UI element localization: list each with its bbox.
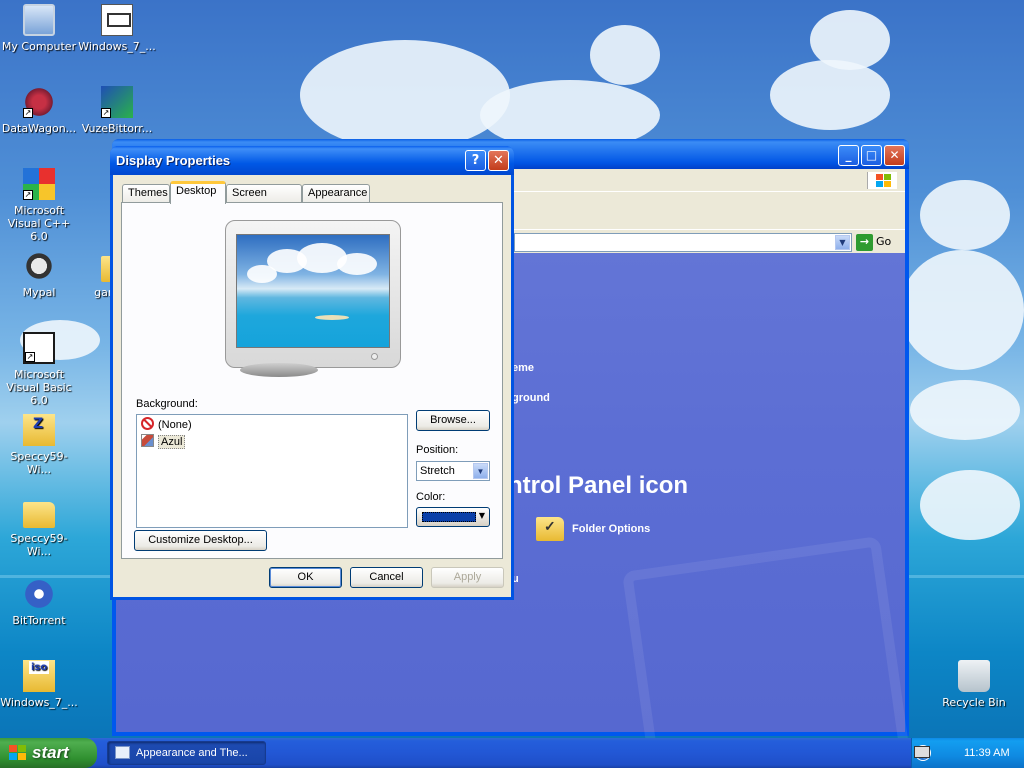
recycle-bin-icon xyxy=(958,660,990,692)
background-listbox[interactable]: (None) Azul xyxy=(136,414,408,528)
start-button[interactable]: start xyxy=(0,738,97,768)
browse-button[interactable]: Browse... xyxy=(416,410,490,431)
iso-icon xyxy=(23,660,55,692)
folder-icon xyxy=(23,502,55,528)
windows-logo-icon xyxy=(867,172,897,189)
desktop-icon-vuze[interactable]: ↗ VuzeBittorr... xyxy=(78,86,156,135)
color-label: Color: xyxy=(416,491,446,503)
desktop-icon-mypal[interactable]: Mypal xyxy=(0,250,78,299)
ok-button[interactable]: OK xyxy=(269,567,342,588)
bittorrent-icon xyxy=(23,578,55,610)
color-picker-button[interactable]: ▼ xyxy=(416,507,490,527)
folder-options-icon xyxy=(536,517,564,541)
position-select[interactable]: Stretch ▼ xyxy=(416,461,490,481)
apply-button[interactable]: Apply xyxy=(431,567,504,588)
taskbar-item-appearance[interactable]: Appearance and The... xyxy=(107,741,266,765)
desktop-icon-visual-cpp[interactable]: ↗ Microsoft Visual C++ 6.0 xyxy=(0,168,78,243)
image-file-icon xyxy=(141,434,154,447)
no-entry-icon xyxy=(141,417,154,430)
desktop-icon-bittorrent[interactable]: BitTorrent xyxy=(0,578,78,627)
chevron-down-icon[interactable]: ▼ xyxy=(835,235,850,250)
taskbar: start Appearance and The... ❮ 11:39 AM xyxy=(0,738,1024,768)
desktop-icon-recycle-bin[interactable]: Recycle Bin xyxy=(935,660,1013,709)
display-properties-dialog[interactable]: Display Properties ? ✕ Themes Desktop Sc… xyxy=(110,146,514,600)
task-link-theme[interactable]: eme xyxy=(512,362,534,374)
folder-options-link[interactable]: Folder Options xyxy=(536,517,650,541)
vuze-icon: ↗ xyxy=(101,86,133,118)
close-button[interactable]: ✕ xyxy=(884,145,905,166)
minimize-button[interactable]: _ xyxy=(838,145,859,166)
cancel-button[interactable]: Cancel xyxy=(350,567,423,588)
tab-appearance[interactable]: Appearance xyxy=(302,184,370,203)
desktop-icon-windows7-iso[interactable]: Windows_7_... xyxy=(0,660,78,709)
mypal-icon xyxy=(23,250,55,282)
windows-flag-icon xyxy=(9,745,27,761)
desktop-icon-visual-basic[interactable]: ↗ Microsoft Visual Basic 6.0 xyxy=(0,332,78,407)
list-item[interactable]: (None) xyxy=(141,417,192,433)
keyboard-icon[interactable] xyxy=(914,746,930,758)
datawagon-icon: ↗ xyxy=(23,86,55,118)
dialog-close-button[interactable]: ✕ xyxy=(488,150,509,171)
list-item[interactable]: Azul xyxy=(141,434,186,450)
tab-desktop[interactable]: Desktop xyxy=(170,181,226,204)
maximize-button[interactable]: □ xyxy=(861,145,882,166)
dialog-titlebar[interactable]: Display Properties xyxy=(110,146,514,175)
power-led-icon xyxy=(371,353,378,360)
position-label: Position: xyxy=(416,444,459,456)
desktop-icon-datawagon[interactable]: ↗ DataWagon... xyxy=(0,86,78,135)
go-button[interactable]: → Go xyxy=(856,233,891,252)
customize-desktop-button[interactable]: Customize Desktop... xyxy=(134,530,267,551)
monitor-preview xyxy=(225,220,401,368)
go-arrow-icon: → xyxy=(856,233,873,251)
chevron-down-icon[interactable]: ▼ xyxy=(473,463,488,479)
tab-themes[interactable]: Themes xyxy=(122,184,170,203)
visual-basic-icon: ↗ xyxy=(23,332,55,364)
chevron-down-icon: ▼ xyxy=(478,511,485,520)
help-button[interactable]: ? xyxy=(465,150,486,171)
desktop-tab-panel: Background: (None) Azul Browse... Positi… xyxy=(121,202,503,559)
tab-screen-saver[interactable]: Screen Saver xyxy=(226,184,302,216)
clock: 11:39 AM xyxy=(964,747,1010,759)
color-swatch xyxy=(422,512,476,522)
zip-icon xyxy=(23,414,55,446)
dialog-body: Themes Desktop Screen Saver Appearance B… xyxy=(113,175,511,597)
wallpaper-preview xyxy=(236,234,390,348)
desktop-icon-speccy-zip[interactable]: Speccy59-Wi... xyxy=(0,414,78,476)
task-link-background[interactable]: ground xyxy=(512,392,550,404)
watermark-graphic xyxy=(621,535,911,768)
desktop-icon-speccy-folder[interactable]: Speccy59-Wi... xyxy=(0,496,78,558)
desktop-icon-windows7-doc[interactable]: Windows_7_... xyxy=(78,4,156,53)
computer-icon xyxy=(23,4,55,36)
pick-control-panel-heading: ntrol Panel icon xyxy=(508,472,689,499)
monitor-stand xyxy=(240,363,318,377)
dialog-title: Display Properties xyxy=(116,153,231,168)
document-icon xyxy=(101,4,133,36)
address-input[interactable]: ▼ xyxy=(514,233,852,252)
background-label: Background: xyxy=(136,398,198,410)
desktop-icon-my-computer[interactable]: My Computer xyxy=(0,4,78,53)
control-panel-icon xyxy=(115,746,130,759)
visual-cpp-icon: ↗ xyxy=(23,168,55,200)
